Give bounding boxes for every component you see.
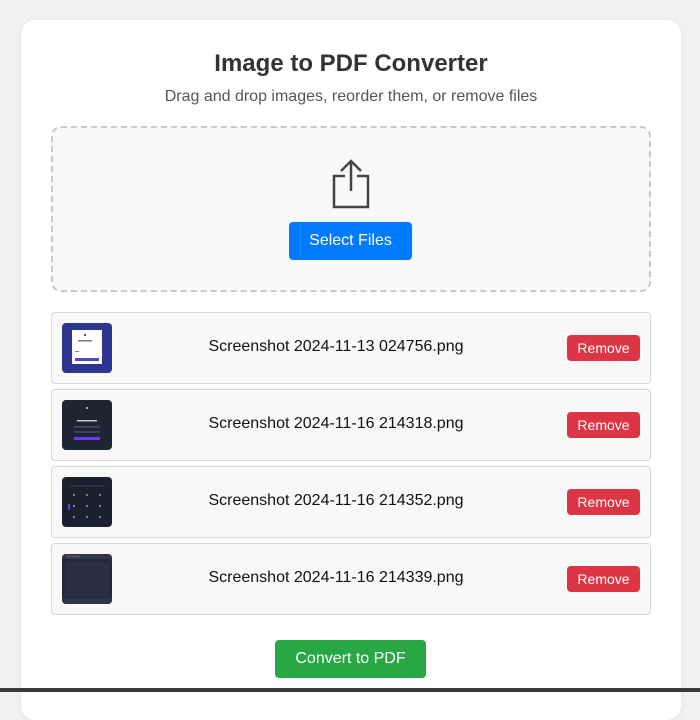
page-title: Image to PDF Converter — [214, 50, 488, 77]
select-files-button[interactable]: Select Files — [289, 222, 412, 260]
file-item[interactable]: Screenshot 2024-11-13 024756.png Remove — [51, 312, 651, 384]
page-subtitle: Drag and drop images, reorder them, or r… — [164, 88, 538, 105]
remove-file-button[interactable]: Remove — [567, 412, 640, 438]
upload-share-icon — [332, 159, 370, 209]
file-name: Screenshot 2024-11-16 214339.png — [208, 569, 464, 586]
file-item[interactable]: Screenshot 2024-11-16 214318.png Remove — [51, 389, 651, 461]
file-thumbnail — [62, 477, 112, 527]
remove-file-button[interactable]: Remove — [567, 335, 640, 361]
file-thumbnail — [62, 554, 112, 604]
file-item[interactable]: Screenshot 2024-11-16 214352.png Remove — [51, 466, 651, 538]
converter-card: Image to PDF Converter Drag and drop ima… — [21, 20, 681, 720]
file-thumbnail — [62, 323, 112, 373]
convert-to-pdf-button[interactable]: Convert to PDF — [275, 640, 426, 678]
file-name: Screenshot 2024-11-16 214352.png — [208, 492, 464, 509]
file-thumbnail — [62, 400, 112, 450]
bottom-edge-bar — [0, 688, 700, 692]
remove-file-button[interactable]: Remove — [567, 489, 640, 515]
drop-zone[interactable]: Select Files — [51, 126, 651, 292]
file-name: Screenshot 2024-11-13 024756.png — [208, 338, 464, 355]
file-item[interactable]: Screenshot 2024-11-16 214339.png Remove — [51, 543, 651, 615]
file-list: Screenshot 2024-11-13 024756.png Remove … — [51, 312, 651, 620]
remove-file-button[interactable]: Remove — [567, 566, 640, 592]
file-name: Screenshot 2024-11-16 214318.png — [208, 415, 464, 432]
